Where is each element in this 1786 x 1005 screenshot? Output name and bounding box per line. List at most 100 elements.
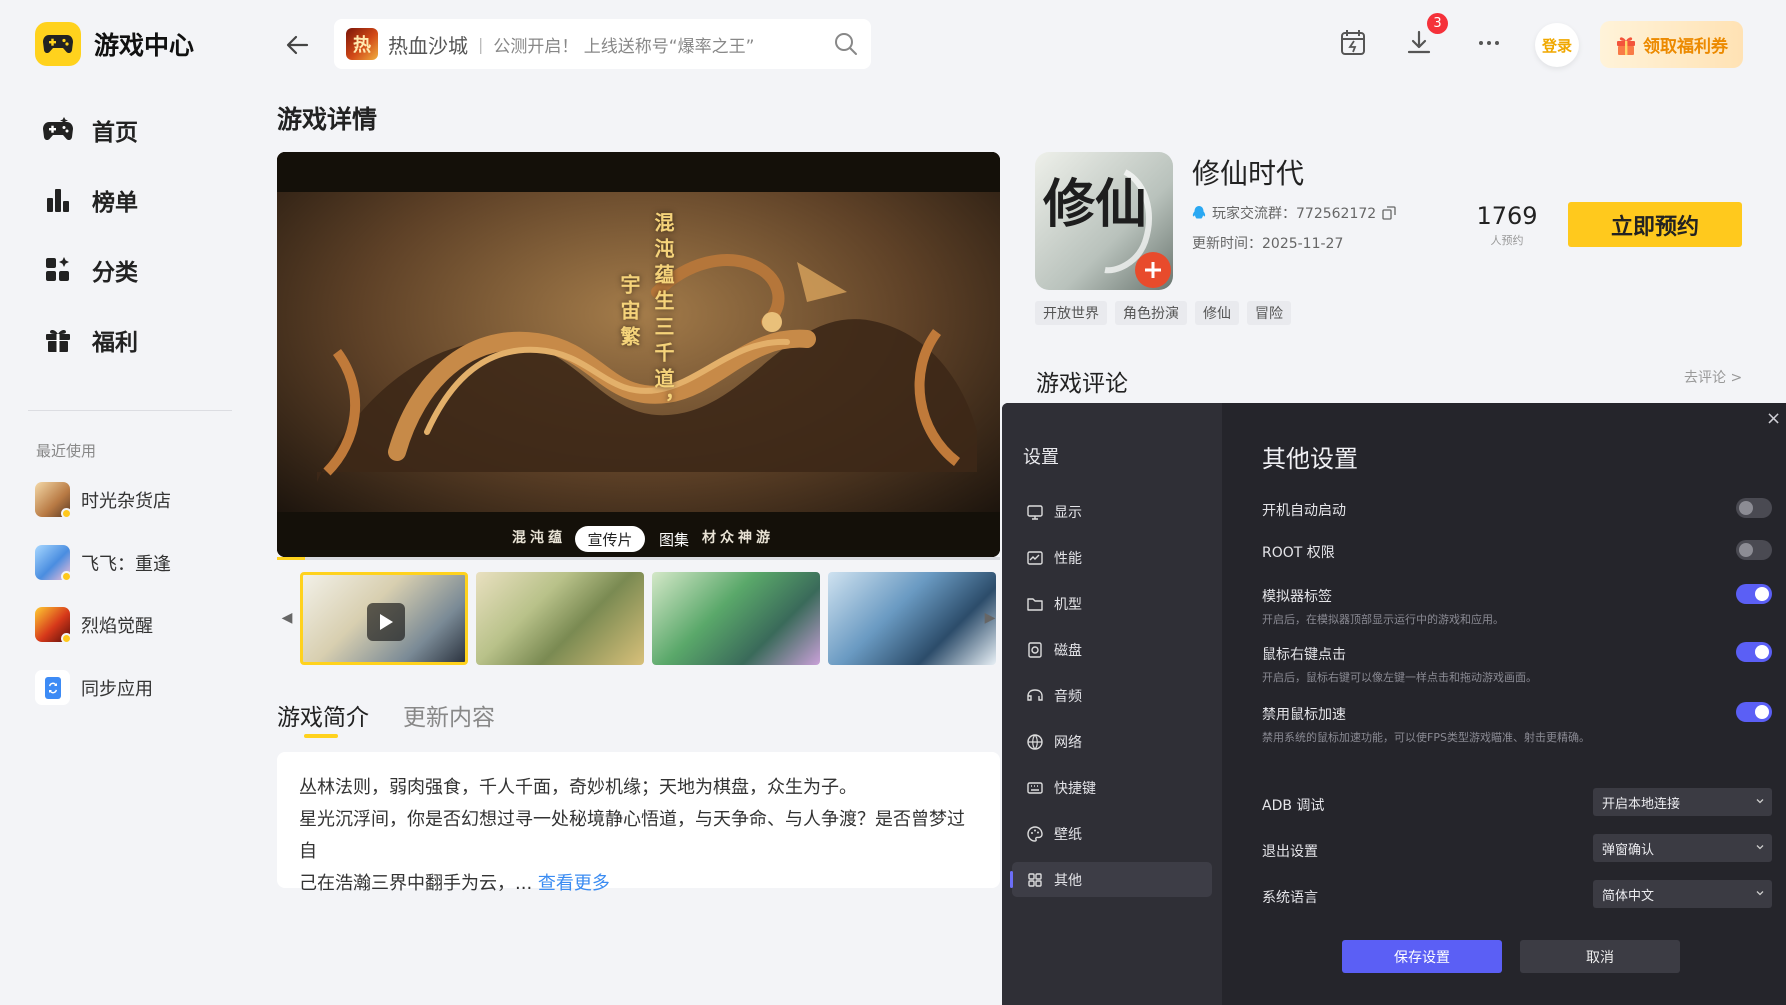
settings-nav-performance[interactable]: 性能 xyxy=(1012,540,1212,575)
banner-tagline-secondary: 宇宙繁 xyxy=(617,274,641,352)
back-arrow-icon[interactable] xyxy=(282,30,312,60)
nav-welfare-label: 福利 xyxy=(92,330,138,356)
active-tab-indicator xyxy=(304,734,338,738)
nav-home[interactable]: 首页 xyxy=(42,110,138,150)
recent-item-name: 时光杂货店 xyxy=(81,490,171,512)
recent-item[interactable]: 同步应用 xyxy=(35,670,153,705)
settings-nav-audio[interactable]: 音频 xyxy=(1012,678,1212,713)
promo-video-banner[interactable]: 混沌蕴生三千道， 宇宙繁 混沌蕴 材众神游 宣传片 图集 xyxy=(277,152,1000,557)
settings-nav-label: 音频 xyxy=(1054,688,1082,705)
settings-nav-label: 快捷键 xyxy=(1054,780,1096,797)
nav-ranking-label: 榜单 xyxy=(92,190,138,216)
chevron-left-icon[interactable]: ◀ xyxy=(277,600,297,636)
reserve-count-unit: 人预约 xyxy=(1490,234,1524,247)
settings-nav-disk[interactable]: 磁盘 xyxy=(1012,632,1212,667)
calendar-icon[interactable] xyxy=(1336,26,1370,60)
sync-app-icon xyxy=(35,670,70,705)
setting-root: ROOT 权限 xyxy=(1262,540,1772,562)
tag[interactable]: 冒险 xyxy=(1247,301,1291,325)
root-toggle[interactable] xyxy=(1736,540,1772,560)
status-dot xyxy=(61,633,72,644)
nav-category[interactable]: 分类 xyxy=(42,250,138,290)
search-icon[interactable] xyxy=(833,31,859,57)
game-tags: 开放世界 角色扮演 修仙 冒险 xyxy=(1035,301,1291,325)
settings-nav-label: 其他 xyxy=(1054,872,1082,889)
category-icon xyxy=(42,254,74,286)
tab-gallery[interactable]: 图集 xyxy=(649,526,699,552)
recent-item[interactable]: 飞飞：重逢 xyxy=(35,545,171,582)
banner-tagline-main: 混沌蕴生三千道， xyxy=(651,212,675,420)
setting-label: 模拟器标签 xyxy=(1262,589,1332,605)
settings-nav-label: 磁盘 xyxy=(1054,642,1082,659)
login-button[interactable]: 登录 xyxy=(1535,23,1579,67)
copy-icon[interactable] xyxy=(1382,206,1396,220)
claim-coupon-button[interactable]: 领取福利券 xyxy=(1600,21,1743,68)
tag[interactable]: 修仙 xyxy=(1195,301,1239,325)
game-intro-card: 丛林法则，弱肉强食，千人千面，奇妙机缘；天地为棋盘，众生为子。 星光沉浮间，你是… xyxy=(277,752,1000,894)
tab-intro[interactable]: 游戏简介 xyxy=(277,698,369,732)
intro-line: 丛林法则，弱肉强食，千人千面，奇妙机缘；天地为棋盘，众生为子。 xyxy=(299,777,857,798)
settings-nav-shortcut[interactable]: 快捷键 xyxy=(1012,770,1212,805)
language-select[interactable]: 简体中文 xyxy=(1593,880,1772,908)
chevron-down-icon xyxy=(1756,799,1764,804)
banner-artwork xyxy=(277,152,1000,557)
see-more-link[interactable]: 查看更多 xyxy=(538,873,610,894)
reserve-now-button[interactable]: 立即预约 xyxy=(1568,202,1742,247)
thumbnail-video[interactable] xyxy=(300,572,468,665)
save-settings-button[interactable]: 保存设置 xyxy=(1342,940,1502,973)
tab-updates[interactable]: 更新内容 xyxy=(403,698,495,732)
folder-icon xyxy=(1027,597,1043,611)
setting-right-click: 鼠标右键点击 开启后，鼠标右键可以像左键一样点击和拖动游戏画面。 xyxy=(1262,642,1772,685)
settings-nav-model[interactable]: 机型 xyxy=(1012,586,1212,621)
play-icon xyxy=(367,603,405,641)
more-options-icon[interactable] xyxy=(1472,26,1506,60)
emulator-tab-toggle[interactable] xyxy=(1736,584,1772,604)
tab-promo-video[interactable]: 宣传片 xyxy=(575,526,645,552)
settings-nav: 设置 显示 性能 机型 磁盘 音频 网络 快捷键 壁纸 其他 xyxy=(1002,403,1222,1005)
setting-description: 开启后，在模拟器顶部显示运行中的游戏和应用。 xyxy=(1262,613,1504,626)
go-review-link[interactable]: 去评论 > xyxy=(1684,367,1742,387)
thumbnail-image[interactable] xyxy=(476,572,644,665)
setting-exit: 退出设置 弹窗确认 xyxy=(1262,834,1772,862)
settings-nav-display[interactable]: 显示 xyxy=(1012,494,1212,529)
setting-emulator-tab: 模拟器标签 开启后，在模拟器顶部显示运行中的游戏和应用。 xyxy=(1262,584,1772,627)
app-logo[interactable]: 游戏中心 xyxy=(35,22,194,66)
chevron-right-icon[interactable]: ▶ xyxy=(980,600,1000,636)
banner-caption-left: 混沌蕴 xyxy=(512,530,566,546)
game-icon: 修仙 xyxy=(1035,152,1173,290)
game-thumbnail xyxy=(35,607,72,644)
tag[interactable]: 开放世界 xyxy=(1035,301,1107,325)
thumbnail-image[interactable] xyxy=(652,572,820,665)
gift-icon xyxy=(1615,34,1637,56)
setting-label: 禁用鼠标加速 xyxy=(1262,707,1346,723)
settings-nav-label: 壁纸 xyxy=(1054,826,1082,843)
adb-select[interactable]: 开启本地连接 xyxy=(1593,788,1772,816)
exit-select[interactable]: 弹窗确认 xyxy=(1593,834,1772,862)
recent-item[interactable]: 烈焰觉醒 xyxy=(35,607,153,644)
settings-nav-wallpaper[interactable]: 壁纸 xyxy=(1012,816,1212,851)
recent-item-name: 飞飞：重逢 xyxy=(81,553,171,575)
right-click-toggle[interactable] xyxy=(1736,642,1772,662)
nav-welfare[interactable]: 福利 xyxy=(42,320,138,360)
recent-item[interactable]: 时光杂货店 xyxy=(35,482,171,519)
settings-nav-label: 性能 xyxy=(1054,550,1082,567)
palette-icon xyxy=(1027,825,1043,842)
setting-label: 鼠标右键点击 xyxy=(1262,647,1346,663)
settings-nav-label: 显示 xyxy=(1054,504,1082,521)
gift-icon xyxy=(42,324,74,356)
cancel-button[interactable]: 取消 xyxy=(1520,940,1680,973)
thumbnail-image[interactable] xyxy=(828,572,996,665)
tag[interactable]: 角色扮演 xyxy=(1115,301,1187,325)
chevron-down-icon xyxy=(1756,891,1764,896)
setting-label: 开机自动启动 xyxy=(1262,503,1346,519)
settings-nav-other[interactable]: 其他 xyxy=(1010,862,1212,897)
close-icon[interactable]: × xyxy=(1766,409,1786,429)
nav-ranking[interactable]: 榜单 xyxy=(42,180,138,220)
globe-icon xyxy=(1027,733,1043,750)
autostart-toggle[interactable] xyxy=(1736,498,1772,518)
qq-group-text: 玩家交流群：772562172 xyxy=(1212,206,1377,222)
search-input[interactable]: 热 热血沙城 | 公测开启！ 上线送称号“爆率之王” xyxy=(334,19,871,69)
nav-category-label: 分类 xyxy=(92,260,138,286)
mouse-accel-toggle[interactable] xyxy=(1736,702,1772,722)
settings-nav-network[interactable]: 网络 xyxy=(1012,724,1212,759)
